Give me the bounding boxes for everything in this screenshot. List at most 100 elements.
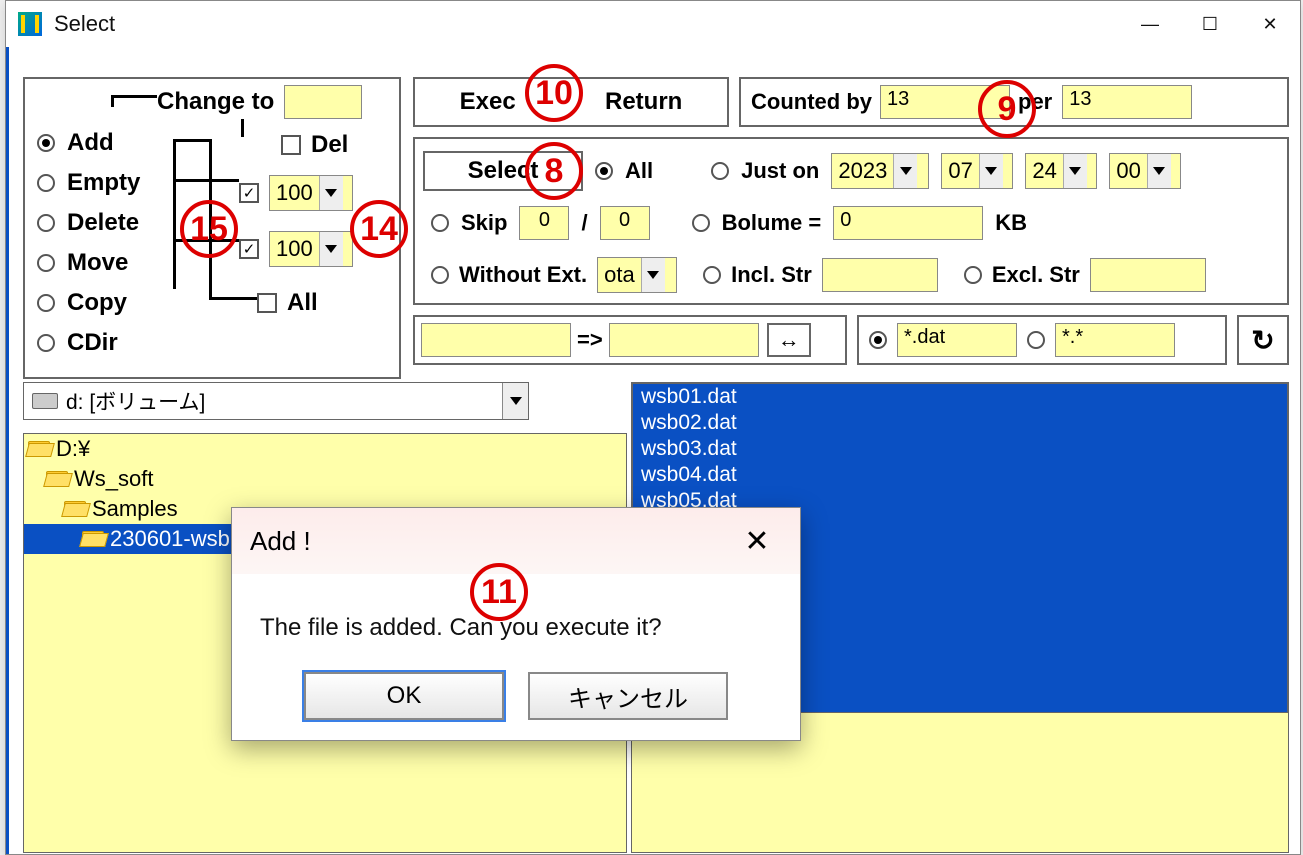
ext2-field[interactable]: *.* (1055, 323, 1175, 357)
maximize-button[interactable]: ☐ (1180, 1, 1240, 47)
dialog-title: Add ! (250, 526, 732, 557)
combo-1-value: 100 (270, 180, 319, 206)
radio-incl-str[interactable] (703, 266, 721, 284)
dropdown-arrow-icon[interactable] (502, 383, 528, 419)
folder-icon (82, 531, 104, 547)
radio-delete[interactable] (37, 214, 55, 232)
drive-label: d: [ボリューム] (66, 386, 502, 416)
radio-without-ext[interactable] (431, 266, 449, 284)
radio-copy[interactable] (37, 294, 55, 312)
radio-copy-label: Copy (67, 289, 127, 317)
bolume-label: Bolume = (722, 210, 822, 236)
dropdown-arrow-icon[interactable] (1063, 154, 1087, 188)
connector-line (111, 95, 114, 107)
map-from-field[interactable] (421, 323, 571, 357)
dropdown-arrow-icon[interactable] (979, 154, 1003, 188)
change-to-panel: Change to Add Empty Delete Move Copy CDi… (23, 77, 401, 379)
list-item[interactable]: wsb02.dat (633, 410, 1287, 436)
window-title: Select (54, 11, 1120, 37)
map-to-field[interactable] (609, 323, 759, 357)
map-arrow-label: => (577, 327, 603, 353)
change-to-label: Change to (157, 88, 274, 116)
list-item[interactable]: wsb04.dat (633, 462, 1287, 488)
radio-add[interactable] (37, 134, 55, 152)
kb-label: KB (995, 210, 1027, 236)
bolume-field[interactable]: 0 (833, 206, 983, 240)
radio-move-label: Move (67, 249, 128, 277)
dropdown-arrow-icon[interactable] (641, 258, 665, 292)
radio-move[interactable] (37, 254, 55, 272)
hour-combo[interactable]: 00 (1109, 153, 1181, 189)
swap-button[interactable]: ↔ (767, 323, 811, 357)
radio-just-on[interactable] (711, 162, 729, 180)
list-item[interactable]: wsb01.dat (633, 384, 1287, 410)
radio-cdir[interactable] (37, 334, 55, 352)
reload-button[interactable]: ↻ (1237, 315, 1289, 365)
radio-add-label: Add (67, 129, 114, 157)
skip-b-field[interactable]: 0 (600, 206, 650, 240)
change-to-field[interactable] (284, 85, 362, 119)
combo-1[interactable]: 100 (269, 175, 353, 211)
counted-by-field[interactable]: 13 (880, 85, 1010, 119)
radio-all-filter[interactable] (595, 162, 613, 180)
dialog-titlebar: Add ! ✕ (232, 508, 800, 574)
excl-str-field[interactable] (1090, 258, 1206, 292)
checkbox-all[interactable] (257, 293, 277, 313)
radio-skip[interactable] (431, 214, 449, 232)
exec-button[interactable]: Exec (460, 88, 516, 116)
radio-excl-str[interactable] (964, 266, 982, 284)
ok-button[interactable]: OK (304, 672, 504, 720)
counted-by-label: Counted by (751, 89, 872, 115)
connector-line (173, 139, 176, 289)
map-panel: => ↔ (413, 315, 847, 365)
per-label: per (1018, 89, 1052, 115)
select-button[interactable]: Select (423, 151, 583, 191)
incl-str-field[interactable] (822, 258, 938, 292)
radio-bolume[interactable] (692, 214, 710, 232)
titlebar: Select — ☐ ✕ (6, 1, 1300, 47)
tree-row[interactable]: D:¥ (24, 434, 626, 464)
reload-icon: ↻ (1251, 324, 1274, 357)
dropdown-arrow-icon[interactable] (319, 176, 343, 210)
skip-a-field[interactable]: 0 (519, 206, 569, 240)
without-ext-combo[interactable]: ota (597, 257, 677, 293)
connector-line (209, 139, 212, 299)
ext1-field[interactable]: *.dat (897, 323, 1017, 357)
combo-2[interactable]: 100 (269, 231, 353, 267)
counted-by-panel: Counted by 13 per 13 (739, 77, 1289, 127)
tree-row[interactable]: Ws_soft (24, 464, 626, 494)
excl-str-label: Excl. Str (992, 262, 1080, 288)
checkbox-2[interactable]: ✓ (239, 239, 259, 259)
drive-icon (32, 393, 58, 409)
folder-icon (46, 471, 68, 487)
connector-line (173, 239, 239, 242)
radio-ext-dat[interactable] (869, 331, 887, 349)
combo-2-value: 100 (270, 236, 319, 262)
app-icon (18, 12, 42, 36)
folder-icon (28, 441, 50, 457)
dropdown-arrow-icon[interactable] (1147, 154, 1171, 188)
drive-combo[interactable]: d: [ボリューム] (23, 382, 529, 420)
day-combo[interactable]: 24 (1025, 153, 1097, 189)
dropdown-arrow-icon[interactable] (319, 232, 343, 266)
incl-str-label: Incl. Str (731, 262, 812, 288)
cancel-button[interactable]: キャンセル (528, 672, 728, 720)
radio-empty[interactable] (37, 174, 55, 192)
year-combo[interactable]: 2023 (831, 153, 929, 189)
checkbox-1[interactable]: ✓ (239, 183, 259, 203)
list-item[interactable]: wsb03.dat (633, 436, 1287, 462)
checkbox-del[interactable] (281, 135, 301, 155)
del-label: Del (311, 131, 348, 159)
ext-panel: *.dat *.* (857, 315, 1227, 365)
filter-panel: Select All Just on 2023 07 24 00 Skip 0 … (413, 137, 1289, 305)
close-button[interactable]: ✕ (1240, 1, 1300, 47)
month-combo[interactable]: 07 (941, 153, 1013, 189)
radio-ext-all[interactable] (1027, 331, 1045, 349)
dropdown-arrow-icon[interactable] (893, 154, 917, 188)
per-field[interactable]: 13 (1062, 85, 1192, 119)
minimize-button[interactable]: — (1120, 1, 1180, 47)
dialog-close-button[interactable]: ✕ (732, 524, 782, 559)
without-ext-label: Without Ext. (459, 262, 587, 288)
return-button[interactable]: Return (605, 88, 682, 116)
connector-line (241, 119, 244, 137)
